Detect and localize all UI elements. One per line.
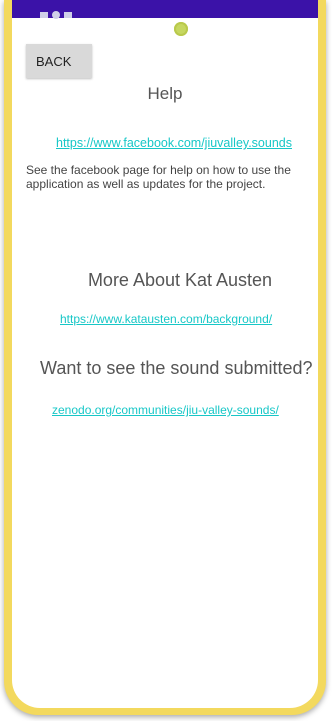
help-description: See the facebook page for help on how to… [26, 163, 291, 191]
katausten-link[interactable]: https://www.katausten.com/background/ [60, 312, 310, 326]
status-square-icon [64, 12, 72, 18]
app-screen [12, 0, 318, 708]
status-bar [12, 0, 318, 19]
about-title: More About Kat Austen [87, 270, 273, 290]
submitted-title: Want to see the sound submitted? [40, 358, 313, 378]
status-square-icon [40, 12, 48, 18]
facebook-link[interactable]: https://www.facebook.com/jiuvalley.sound… [56, 136, 310, 150]
status-circle-icon [52, 11, 60, 19]
front-camera-icon [174, 22, 188, 36]
zenodo-link[interactable]: zenodo.org/communities/jiu-valley-sounds… [52, 403, 312, 417]
status-icons [40, 0, 72, 19]
page-title: Help [147, 84, 183, 103]
back-button[interactable]: BACK [26, 44, 92, 78]
